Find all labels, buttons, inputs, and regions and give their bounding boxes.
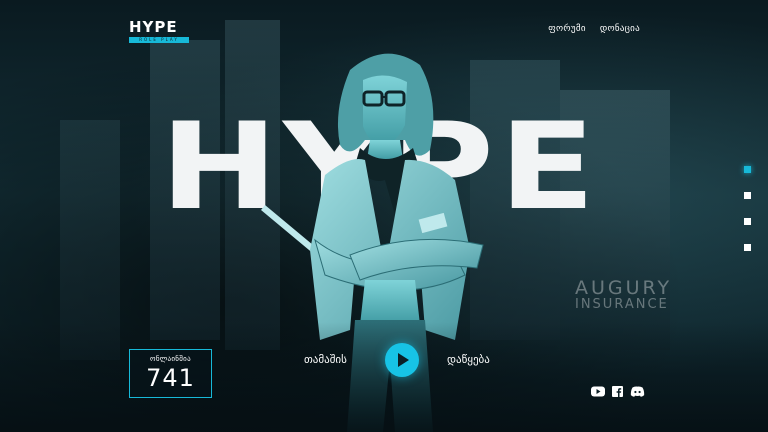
start-game-label-left[interactable]: თამაშის — [304, 353, 347, 366]
slide-pagination — [744, 166, 751, 251]
nav-link-forum[interactable]: ფორუმი — [548, 24, 586, 34]
top-nav: ფორუმი დონაცია — [548, 24, 640, 34]
slide-dot-3[interactable] — [744, 218, 751, 225]
slide-dot-4[interactable] — [744, 244, 751, 251]
background-sign: AUGURY INSURANCE — [575, 278, 672, 312]
slide-dot-1[interactable] — [744, 166, 751, 173]
online-players-box: ონლაინშია 741 — [129, 349, 212, 398]
nav-link-donation[interactable]: დონაცია — [600, 24, 640, 34]
play-button[interactable] — [385, 343, 419, 377]
start-game-row: თამაშის დაწყება — [304, 343, 504, 377]
background-sign-line1: AUGURY — [575, 277, 673, 299]
play-icon — [398, 353, 409, 367]
start-game-label-right[interactable]: დაწყება — [447, 353, 490, 366]
social-links — [591, 386, 645, 397]
online-label: ონლაინშია — [150, 355, 191, 363]
background-sign-line2: INSURANCE — [575, 297, 669, 312]
youtube-icon[interactable] — [591, 386, 605, 397]
logo-tagline: ROLE PLAY — [129, 37, 189, 43]
site-logo[interactable]: HYPE ROLE PLAY — [129, 20, 189, 43]
discord-icon[interactable] — [630, 386, 645, 397]
ground-shadow — [0, 322, 768, 432]
slide-dot-2[interactable] — [744, 192, 751, 199]
online-count: 741 — [146, 364, 195, 392]
logo-wordmark: HYPE — [129, 18, 178, 36]
facebook-icon[interactable] — [612, 386, 623, 397]
